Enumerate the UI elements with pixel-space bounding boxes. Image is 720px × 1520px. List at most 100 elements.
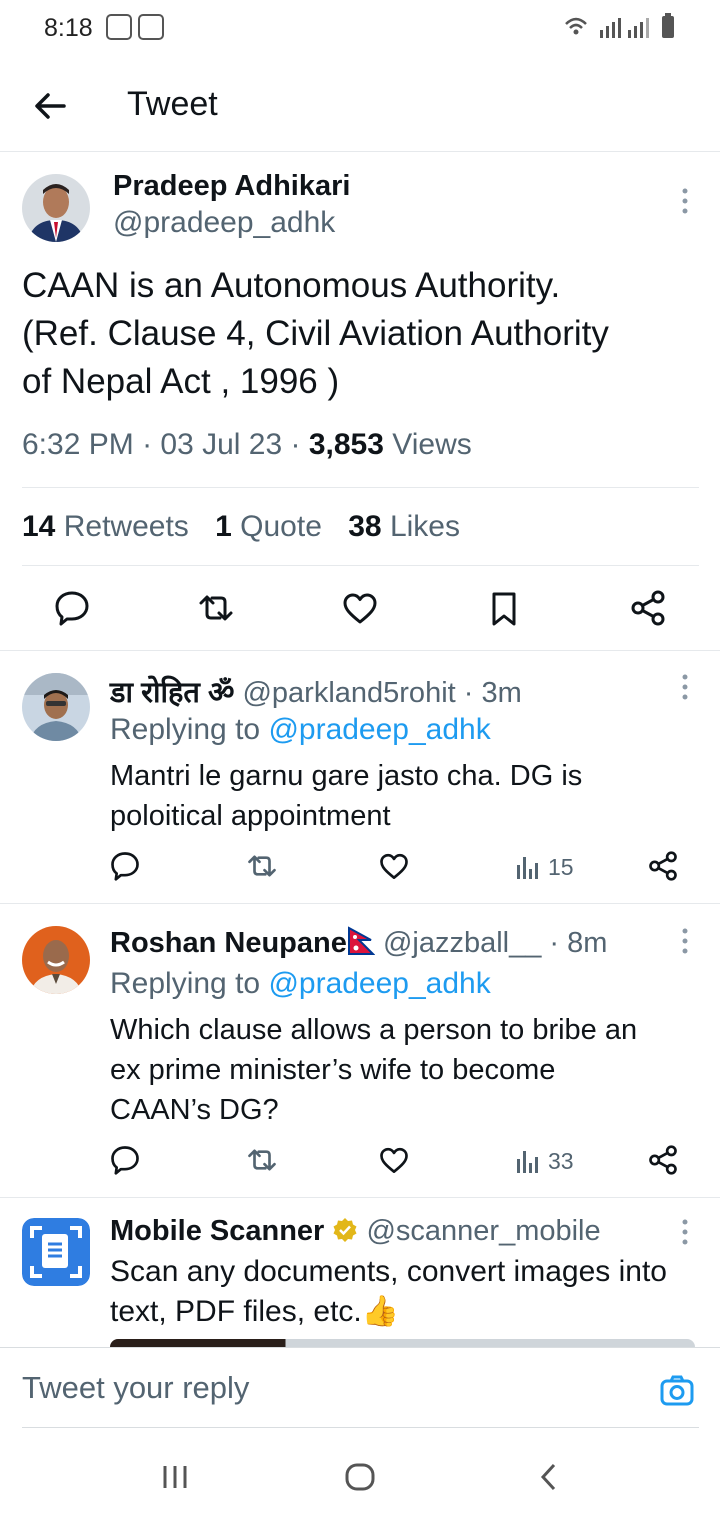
notification-icon <box>138 14 164 40</box>
recents-icon <box>163 1466 187 1488</box>
replying-to: Replying to @pradeep_adhk <box>110 967 491 1001</box>
analytics-icon <box>517 1151 538 1173</box>
author-handle[interactable]: @pradeep_adhk <box>113 206 335 240</box>
heart-icon <box>380 1147 408 1173</box>
retweets-label: Retweets <box>63 510 189 543</box>
reply-input[interactable]: Tweet your reply <box>22 1370 249 1406</box>
like-button[interactable] <box>336 584 384 632</box>
reply-age: 3m <box>481 677 522 709</box>
avatar-image <box>22 926 90 994</box>
share-icon <box>631 590 665 626</box>
analytics-icon <box>517 857 538 879</box>
share-button[interactable] <box>643 1140 683 1180</box>
status-time: 8:18 <box>44 14 93 42</box>
reply-author-name[interactable]: डा रोहित ॐ <box>110 677 234 709</box>
retweet-button[interactable] <box>242 1140 282 1180</box>
tweet-text-line: CAAN is an Autonomous Authority. <box>22 266 561 305</box>
reply-avatar[interactable] <box>22 673 90 741</box>
share-button[interactable] <box>624 584 672 632</box>
views-button[interactable]: 33 <box>514 1147 574 1175</box>
camera-icon <box>660 1375 694 1406</box>
reply-button[interactable] <box>105 846 145 886</box>
likes-count: 38 <box>348 510 382 543</box>
views-count: 15 <box>548 853 574 880</box>
quotes-stat[interactable]: 1 Quote <box>215 510 322 543</box>
reply-text-line: ex prime minister’s wife to become <box>110 1054 556 1086</box>
heart-icon <box>380 853 408 879</box>
back-nav-button[interactable] <box>537 1462 561 1497</box>
replying-prefix: Replying to <box>110 967 261 1000</box>
likes-stat[interactable]: 38 Likes <box>348 510 460 543</box>
reply-author-handle[interactable]: @parkland5rohit <box>242 677 455 709</box>
ad-text-line: text, PDF files, etc. <box>110 1295 362 1328</box>
ad-text-line: Scan any documents, convert images into <box>110 1255 667 1288</box>
reply-text-line: Which clause allows a person to bribe an <box>110 1014 638 1046</box>
camera-button[interactable] <box>660 1374 694 1408</box>
comment-icon <box>111 852 139 881</box>
share-icon <box>649 1145 677 1175</box>
arrow-left-icon <box>35 93 66 119</box>
tweet-text: CAAN is an Autonomous Authority. (Ref. C… <box>22 262 702 406</box>
tweet-meta: 6:32 PM · 03 Jul 23 · 3,853 Views <box>22 428 472 461</box>
author-avatar[interactable] <box>22 174 90 242</box>
divider <box>0 1197 720 1198</box>
status-bar: 8:18 <box>0 0 720 58</box>
tweet-menu-button[interactable] <box>675 186 695 216</box>
likes-label: Likes <box>389 510 460 543</box>
chevron-left-icon <box>540 1463 556 1491</box>
signal-wifi-battery-icons <box>565 13 674 38</box>
heart-icon <box>343 593 377 624</box>
replying-to-link[interactable]: @pradeep_adhk <box>268 713 490 746</box>
retweet-icon <box>248 855 276 877</box>
retweet-button[interactable] <box>192 584 240 632</box>
reply-composer: Tweet your reply <box>0 1347 720 1427</box>
reply-menu-button[interactable] <box>675 926 695 956</box>
tweet-date[interactable]: 03 Jul 23 <box>160 428 282 461</box>
reply-text: Which clause allows a person to bribe an… <box>110 1010 700 1130</box>
ad-author-name[interactable]: Mobile Scanner <box>110 1215 324 1247</box>
reply-author-name[interactable]: Roshan Neupane <box>110 927 347 959</box>
retweets-stat[interactable]: 14 Retweets <box>22 510 189 543</box>
replying-to-link[interactable]: @pradeep_adhk <box>268 967 490 1000</box>
retweet-button[interactable] <box>242 846 282 886</box>
reply-avatar[interactable] <box>22 926 90 994</box>
views-button[interactable]: 15 <box>514 853 574 881</box>
tweet-stats: 14 Retweets 1 Quote 38 Likes <box>22 510 478 544</box>
reply-header: Roshan Neupane @jazzball__ · 8m <box>110 926 608 959</box>
views-label: Views <box>392 428 472 461</box>
reply-menu-button[interactable] <box>675 672 695 702</box>
top-app-bar: Tweet <box>0 58 720 152</box>
tweet-time[interactable]: 6:32 PM <box>22 428 134 461</box>
home-button[interactable] <box>344 1462 376 1497</box>
back-button[interactable] <box>28 84 72 128</box>
avatar-image <box>22 673 90 741</box>
share-button[interactable] <box>643 846 683 886</box>
bookmark-button[interactable] <box>480 584 528 632</box>
ad-avatar[interactable] <box>22 1218 90 1286</box>
tweet-text-line: (Ref. Clause 4, Civil Aviation Authority <box>22 314 609 353</box>
divider <box>0 650 720 651</box>
divider <box>22 487 699 488</box>
system-nav-bar <box>22 1427 699 1520</box>
thumbs-up-icon: 👍 <box>361 1295 400 1328</box>
reply-author-handle[interactable]: @jazzball__ <box>383 927 541 959</box>
recents-button[interactable] <box>160 1462 190 1497</box>
more-vertical-icon <box>682 188 688 214</box>
ad-media-preview[interactable] <box>110 1339 695 1347</box>
author-name[interactable]: Pradeep Adhikari <box>113 170 350 203</box>
reply-age: 8m <box>567 927 608 959</box>
views-count: 3,853 <box>308 428 384 461</box>
notification-icon <box>106 14 132 40</box>
quotes-label: Quote <box>240 510 322 543</box>
reply-button[interactable] <box>105 1140 145 1180</box>
like-button[interactable] <box>374 1140 414 1180</box>
more-vertical-icon <box>682 674 688 700</box>
retweets-count: 14 <box>22 510 56 543</box>
replying-to: Replying to @pradeep_adhk <box>110 713 491 747</box>
like-button[interactable] <box>374 846 414 886</box>
ad-menu-button[interactable] <box>675 1217 695 1247</box>
scanner-logo-icon <box>22 1218 90 1286</box>
reply-button[interactable] <box>48 584 96 632</box>
reply-text-line: CAAN’s DG? <box>110 1094 279 1126</box>
ad-author-handle[interactable]: @scanner_mobile <box>366 1215 600 1247</box>
